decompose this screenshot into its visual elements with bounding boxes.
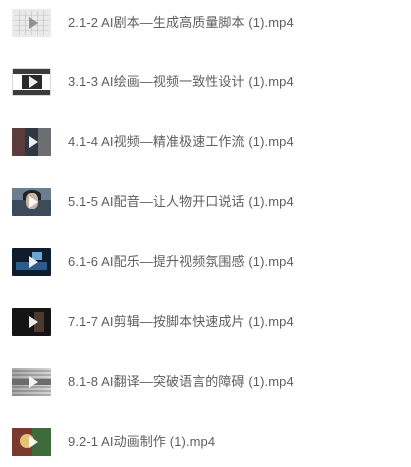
file-name: 2.1-2 AI剧本—生成高质量脚本 (1).mp4 [68, 15, 294, 30]
file-name: 3.1-3 AI绘画—视频一致性设计 (1).mp4 [68, 74, 294, 89]
play-icon [28, 436, 38, 448]
video-thumbnail-icon [12, 9, 51, 37]
video-thumbnail-icon [12, 308, 51, 336]
video-thumbnail-icon [12, 128, 51, 156]
play-icon [28, 196, 38, 208]
file-row[interactable]: 6.1-6 AI配乐—提升视频氛围感 (1).mp4 [0, 241, 411, 283]
file-name: 4.1-4 AI视频—精准极速工作流 (1).mp4 [68, 134, 294, 149]
play-icon [28, 256, 38, 268]
video-thumbnail-icon [12, 428, 51, 456]
file-name: 9.2-1 AI动画制作 (1).mp4 [68, 434, 216, 449]
video-thumbnail-icon [12, 368, 51, 396]
file-name: 7.1-7 AI剪辑—按脚本快速成片 (1).mp4 [68, 314, 294, 329]
play-icon [28, 376, 38, 388]
video-thumbnail-icon [12, 188, 51, 216]
file-row[interactable]: 2.1-2 AI剧本—生成高质量脚本 (1).mp4 [0, 2, 411, 44]
file-list: 2.1-2 AI剧本—生成高质量脚本 (1).mp4 3.1-3 AI绘画—视频… [0, 0, 411, 467]
play-icon [28, 17, 38, 29]
video-thumbnail-icon [12, 248, 51, 276]
file-name: 5.1-5 AI配音—让人物开口说话 (1).mp4 [68, 194, 294, 209]
file-row[interactable]: 8.1-8 AI翻译—突破语言的障碍 (1).mp4 [0, 361, 411, 403]
video-thumbnail-icon [12, 68, 51, 96]
file-row[interactable]: 3.1-3 AI绘画—视频一致性设计 (1).mp4 [0, 61, 411, 103]
play-icon [28, 136, 38, 148]
file-row[interactable]: 9.2-1 AI动画制作 (1).mp4 [0, 421, 411, 463]
file-name: 6.1-6 AI配乐—提升视频氛围感 (1).mp4 [68, 254, 294, 269]
file-row[interactable]: 5.1-5 AI配音—让人物开口说话 (1).mp4 [0, 181, 411, 223]
file-name: 8.1-8 AI翻译—突破语言的障碍 (1).mp4 [68, 374, 294, 389]
file-row[interactable]: 4.1-4 AI视频—精准极速工作流 (1).mp4 [0, 121, 411, 163]
play-icon [28, 76, 38, 88]
file-row[interactable]: 7.1-7 AI剪辑—按脚本快速成片 (1).mp4 [0, 301, 411, 343]
play-icon [28, 316, 38, 328]
